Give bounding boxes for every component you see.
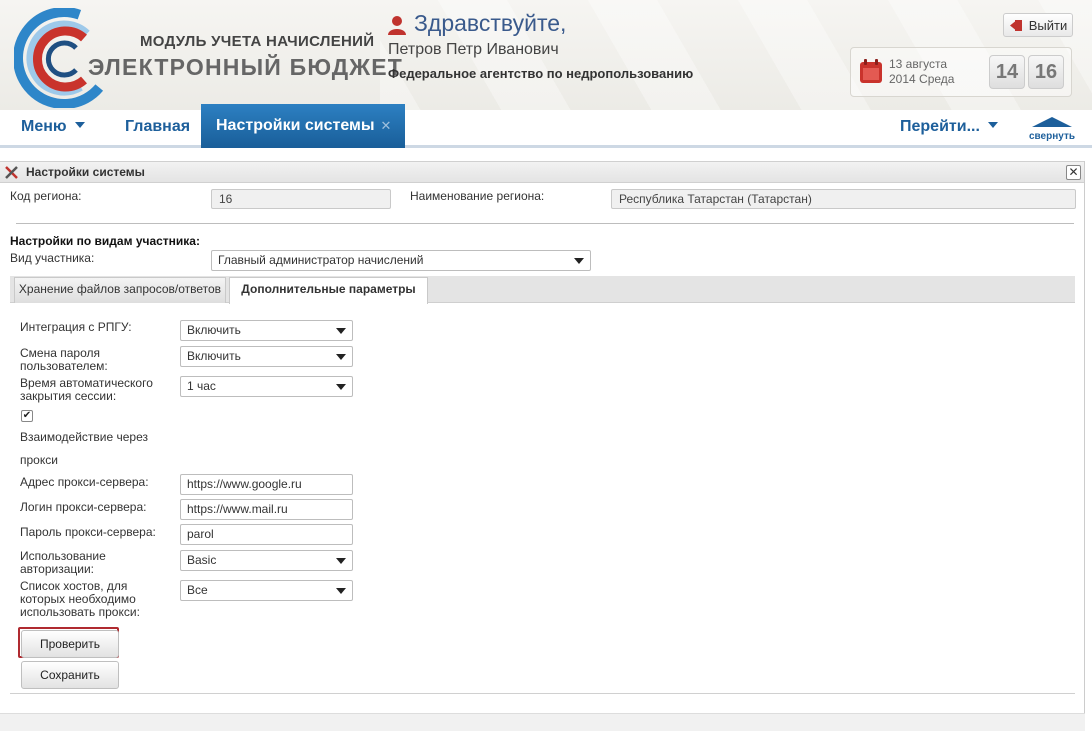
proxy-login-label: Логин прокси-сервера:	[20, 500, 147, 514]
clock-minutes: 16	[1028, 55, 1064, 89]
date-day-month: 13 августа	[889, 57, 948, 71]
tab-additional-params[interactable]: Дополнительные параметры	[229, 277, 428, 304]
app-header: МОДУЛЬ УЧЕТА НАЧИСЛЕНИЙ ЭЛЕКТРОННЫЙ БЮДЖ…	[0, 0, 1092, 110]
region-code-field: 16	[211, 189, 391, 209]
collapse-arrow-icon	[1032, 117, 1072, 127]
tab-system-settings[interactable]: Настройки системы ✕	[201, 104, 405, 148]
auth-usage-select[interactable]: Basic	[180, 550, 353, 571]
greeting: Здравствуйте,	[414, 10, 567, 36]
main-nav: Меню Главная Настройки системы ✕ Перейти.…	[0, 104, 1092, 148]
panel-title: Настройки системы	[26, 165, 145, 179]
agency-name: Федеральное агентство по недропользовани…	[388, 66, 694, 81]
date-time-panel: 13 августа 2014 Среда 14 16	[850, 47, 1072, 97]
nav-goto-label: Перейти...	[900, 118, 980, 135]
logout-icon	[1009, 19, 1022, 31]
dropdown-arrow-icon	[336, 384, 346, 390]
close-icon[interactable]: ✕	[1066, 165, 1081, 180]
save-button[interactable]: Сохранить	[21, 661, 119, 689]
proxy-login-input[interactable]: https://www.mail.ru	[180, 499, 353, 520]
password-change-label: Смена пароля пользователем:	[20, 346, 108, 373]
dropdown-arrow-icon	[574, 258, 584, 264]
password-change-select[interactable]: Включить	[180, 346, 353, 367]
chevron-down-icon	[74, 122, 85, 128]
proxy-address-label: Адрес прокси-сервера:	[20, 475, 149, 489]
region-name-label: Наименование региона:	[410, 189, 545, 203]
logout-button[interactable]: Выйти	[1003, 13, 1073, 37]
nav-home[interactable]: Главная	[125, 110, 190, 146]
region-code-label: Код региона:	[10, 189, 82, 203]
password-change-value: Включить	[187, 349, 241, 363]
tab-file-storage[interactable]: Хранение файлов запросов/ответов	[14, 277, 226, 303]
tools-icon	[5, 166, 18, 179]
nav-goto[interactable]: Перейти...	[900, 110, 998, 146]
participant-type-value: Главный администратор начислений	[218, 253, 424, 267]
chevron-down-icon	[987, 122, 998, 128]
proxy-hosts-select[interactable]: Все	[180, 580, 353, 601]
proxy-hosts-label: Список хостов, для которых необходимо испо…	[20, 579, 140, 619]
clock-hours: 14	[989, 55, 1025, 89]
rpgu-value: Включить	[187, 323, 241, 337]
region-name-field: Республика Татарстан (Татарстан)	[611, 189, 1076, 209]
session-timeout-label: Время автоматического закрытия сессии:	[20, 376, 153, 403]
nav-menu[interactable]: Меню	[21, 110, 85, 146]
collapse-button[interactable]: свернуть	[1027, 116, 1077, 144]
panel-header: Настройки системы ✕	[0, 161, 1085, 183]
proxy-password-input[interactable]: parol	[180, 524, 353, 545]
participant-type-select[interactable]: Главный администратор начислений	[211, 250, 591, 271]
tab-system-settings-label: Настройки системы	[216, 117, 375, 134]
auth-usage-value: Basic	[187, 553, 217, 567]
dropdown-arrow-icon	[336, 558, 346, 564]
participant-settings-heading: Настройки по видам участника:	[10, 234, 200, 248]
proxy-hosts-value: Все	[187, 583, 208, 597]
nav-menu-label: Меню	[21, 118, 67, 135]
session-timeout-select[interactable]: 1 час	[180, 376, 353, 397]
check-button[interactable]: Проверить	[21, 630, 119, 658]
calendar-icon	[860, 59, 882, 83]
divider	[16, 223, 1074, 224]
panel-border	[1084, 161, 1085, 731]
logout-label: Выйти	[1028, 17, 1068, 33]
user-name: Петров Петр Иванович	[388, 41, 559, 58]
close-tab-icon[interactable]: ✕	[381, 118, 392, 133]
rpgu-label: Интеграция с РПГУ:	[20, 320, 132, 334]
auth-usage-label: Использование авторизации:	[20, 549, 106, 576]
proxy-password-label: Пароль прокси-сервера:	[20, 525, 156, 539]
session-timeout-value: 1 час	[187, 379, 216, 393]
proxy-address-input[interactable]: https://www.google.ru	[180, 474, 353, 495]
rpgu-select[interactable]: Включить	[180, 320, 353, 341]
user-icon	[388, 16, 406, 35]
collapse-label: свернуть	[1028, 131, 1075, 142]
participant-type-label: Вид участника:	[10, 251, 95, 265]
dropdown-arrow-icon	[336, 588, 346, 594]
date-year-weekday: 2014 Среда	[889, 72, 955, 86]
divider	[10, 693, 1075, 694]
dropdown-arrow-icon	[336, 328, 346, 334]
system-subtitle: МОДУЛЬ УЧЕТА НАЧИСЛЕНИЙ	[140, 33, 375, 50]
system-title: ЭЛЕКТРОННЫЙ БЮДЖЕТ	[88, 54, 404, 80]
proxy-interaction-label-2: прокси	[20, 453, 58, 467]
dropdown-arrow-icon	[336, 354, 346, 360]
proxy-interaction-label: Взаимодействие через	[20, 430, 149, 444]
panel-footer	[0, 713, 1085, 731]
proxy-checkbox[interactable]: ✔	[21, 410, 33, 422]
